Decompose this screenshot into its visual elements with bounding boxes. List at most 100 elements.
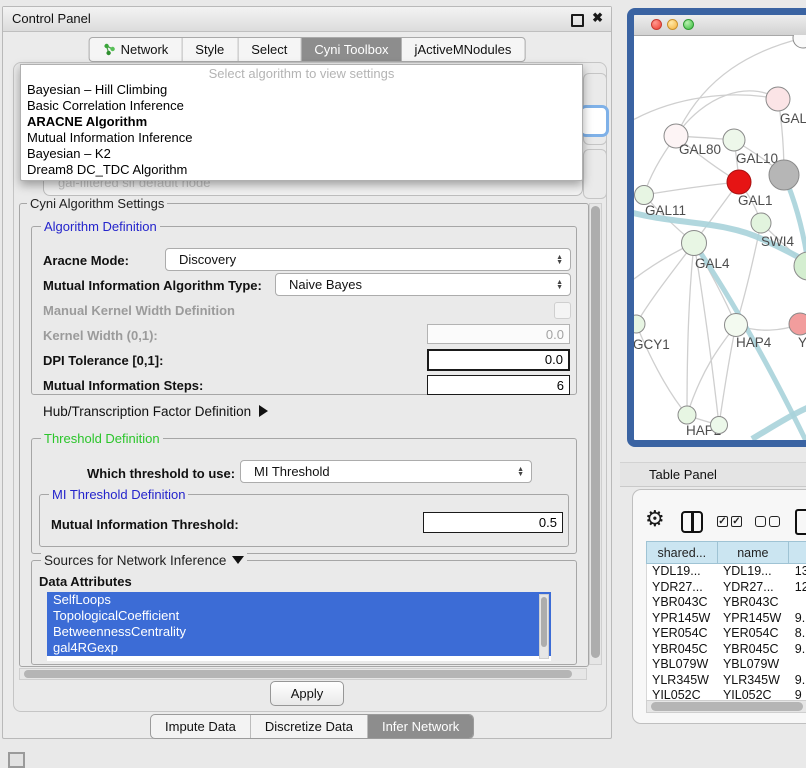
dpi-tolerance-field[interactable]: 0.0	[427, 349, 570, 371]
aracne-mode-combo[interactable]: Discovery ▲▼	[165, 248, 571, 271]
data-attributes-list[interactable]: SelfLoopsTopologicalCoefficientBetweenne…	[47, 592, 551, 661]
zoom-traffic-light-icon[interactable]	[683, 19, 694, 30]
table-row[interactable]: YDL19...YDL19...13	[647, 564, 806, 580]
hub-factor-expander[interactable]: Hub/Transcription Factor Definition	[43, 404, 268, 419]
new-page-icon[interactable]	[795, 509, 806, 535]
network-edge[interactable]	[719, 325, 736, 425]
table-cell: YBL079W	[647, 657, 718, 673]
algorithm-prompt: Select algorithm to view settings	[21, 65, 582, 82]
table-row[interactable]: YDR27...YDR27...12	[647, 580, 806, 596]
split-columns-icon[interactable]	[681, 511, 703, 533]
settings-horizontal-scrollbar[interactable]	[19, 668, 587, 680]
table-cell: YBR045C	[647, 642, 718, 658]
control-panel-titlebar[interactable]: Control Panel ✖	[3, 7, 611, 32]
dpi-tolerance-label: DPI Tolerance [0,1]:	[43, 353, 163, 368]
manual-kernel-checkbox[interactable]	[554, 302, 571, 319]
tab-impute-data[interactable]: Impute Data	[151, 715, 251, 738]
close-traffic-light-icon[interactable]	[651, 19, 662, 30]
column-header-a[interactable]: A	[789, 542, 806, 563]
network-edge[interactable]	[687, 243, 694, 415]
tab-jactivemnodules[interactable]: jActiveMNodules	[402, 38, 525, 61]
table-cell: YER054C	[647, 626, 718, 642]
table-panel-window: ⚙ ✓ ✓ shared...nameA YDL19...YDL19...13Y…	[632, 489, 806, 724]
tab-cyni-toolbox[interactable]: Cyni Toolbox	[301, 38, 401, 61]
sources-group-title[interactable]: Sources for Network Inference	[41, 553, 247, 568]
tab-select[interactable]: Select	[238, 38, 301, 61]
network-node-gal11[interactable]	[635, 186, 654, 205]
attribute-item-gal4rgexp[interactable]: gal4RGexp	[47, 640, 551, 656]
mi-steps-field[interactable]: 6	[427, 375, 570, 395]
network-view-window[interactable]: GALGAL80GAL10GAL1GAL11SWI4GAL4GCY1HAP4YH…	[627, 8, 806, 447]
table-row[interactable]: YLR345WYLR345W9.	[647, 673, 806, 689]
network-edge[interactable]	[676, 91, 778, 136]
network-edge[interactable]	[636, 243, 694, 324]
column-header-name[interactable]: name	[718, 542, 790, 563]
float-window-icon[interactable]	[571, 14, 584, 27]
deselect-checkboxes-icon[interactable]	[769, 516, 780, 527]
network-edge[interactable]	[687, 325, 736, 415]
table-row[interactable]: YBR043CYBR043C	[647, 595, 806, 611]
apply-button[interactable]: Apply	[270, 681, 344, 706]
mi-type-combo[interactable]: Naive Bayes ▲▼	[275, 273, 571, 296]
select-all-checkboxes-icon[interactable]: ✓	[717, 516, 728, 527]
tab-style[interactable]: Style	[182, 38, 238, 61]
algorithm-options: Bayesian – Hill ClimbingBasic Correlatio…	[21, 82, 582, 178]
attribute-item-selfloops[interactable]: SelfLoops	[47, 592, 551, 608]
algorithm-option-bayesian-k2[interactable]: Bayesian – K2	[21, 146, 582, 162]
algorithm-option-dream8-dc-tdc-algorithm[interactable]: Dream8 DC_TDC Algorithm	[21, 162, 582, 178]
network-node-gal1[interactable]	[727, 170, 751, 194]
network-node-gal[interactable]	[766, 87, 790, 111]
column-header-shared[interactable]: shared...	[647, 542, 718, 563]
network-node[interactable]	[793, 35, 806, 48]
which-threshold-combo[interactable]: MI Threshold ▲▼	[240, 460, 532, 483]
network-node-gal10[interactable]	[723, 129, 745, 151]
node-label: GAL80	[679, 142, 721, 157]
table-row[interactable]: YBL079WYBL079W	[647, 657, 806, 673]
network-node-gcy1[interactable]	[634, 315, 645, 333]
table-horizontal-scrollbar[interactable]	[646, 700, 806, 713]
attributes-list-scrollbar[interactable]	[539, 594, 549, 659]
table-cell: YLR345W	[647, 673, 718, 689]
table-cell: YBR043C	[718, 595, 790, 611]
gear-icon[interactable]: ⚙	[645, 506, 665, 532]
mi-threshold-field[interactable]: 0.5	[423, 512, 563, 533]
network-node[interactable]	[711, 417, 728, 434]
algorithm-combo-focus-fragment[interactable]	[579, 105, 609, 137]
table-row[interactable]: YBR045CYBR045C9.	[647, 642, 806, 658]
table-cell: YPR145W	[718, 611, 790, 627]
network-canvas[interactable]: GALGAL80GAL10GAL1GAL11SWI4GAL4GCY1HAP4YH…	[634, 35, 806, 447]
window-grip-icon[interactable]	[8, 752, 25, 768]
network-edge[interactable]	[634, 95, 778, 125]
manual-kernel-label: Manual Kernel Width Definition	[43, 303, 235, 318]
select-all-checkboxes-icon[interactable]: ✓	[731, 516, 742, 527]
table-panel-bar[interactable]: Table Panel	[620, 462, 806, 487]
close-icon[interactable]: ✖	[592, 10, 603, 26]
network-node-hap4[interactable]	[725, 314, 748, 337]
network-node-hap2[interactable]	[678, 406, 696, 424]
tab-network[interactable]: Network	[90, 38, 183, 61]
table-row[interactable]: YIL052CYIL052C9	[647, 688, 806, 700]
network-node-gal4[interactable]	[682, 231, 707, 256]
kernel-width-field[interactable]: 0.0	[427, 324, 570, 344]
table-cell: 9	[790, 688, 806, 700]
settings-vertical-scrollbar[interactable]	[589, 203, 602, 665]
deselect-checkboxes-icon[interactable]	[755, 516, 766, 527]
attribute-item-betweennesscentrality[interactable]: BetweennessCentrality	[47, 624, 551, 640]
table-row[interactable]: YPR145WYPR145W9.	[647, 611, 806, 627]
table-cell: YBR043C	[647, 595, 718, 611]
network-node[interactable]	[769, 160, 799, 190]
network-node-swi4[interactable]	[751, 213, 771, 233]
attribute-item-topologicalcoefficient[interactable]: TopologicalCoefficient	[47, 608, 551, 624]
tab-infer-network[interactable]: Infer Network	[368, 715, 473, 738]
network-edge[interactable]	[644, 182, 739, 195]
table-cell: 12	[790, 580, 806, 596]
algorithm-option-basic-correlation-inference[interactable]: Basic Correlation Inference	[21, 98, 582, 114]
minimize-traffic-light-icon[interactable]	[667, 19, 678, 30]
network-window-titlebar[interactable]	[634, 15, 806, 36]
network-node-y[interactable]	[789, 313, 806, 335]
table-row[interactable]: YER054CYER054C8.	[647, 626, 806, 642]
algorithm-option-mutual-information-inference[interactable]: Mutual Information Inference	[21, 130, 582, 146]
algorithm-option-aracne-algorithm[interactable]: ARACNE Algorithm	[21, 114, 582, 130]
tab-discretize-data[interactable]: Discretize Data	[251, 715, 368, 738]
algorithm-option-bayesian-hill-climbing[interactable]: Bayesian – Hill Climbing	[21, 82, 582, 98]
